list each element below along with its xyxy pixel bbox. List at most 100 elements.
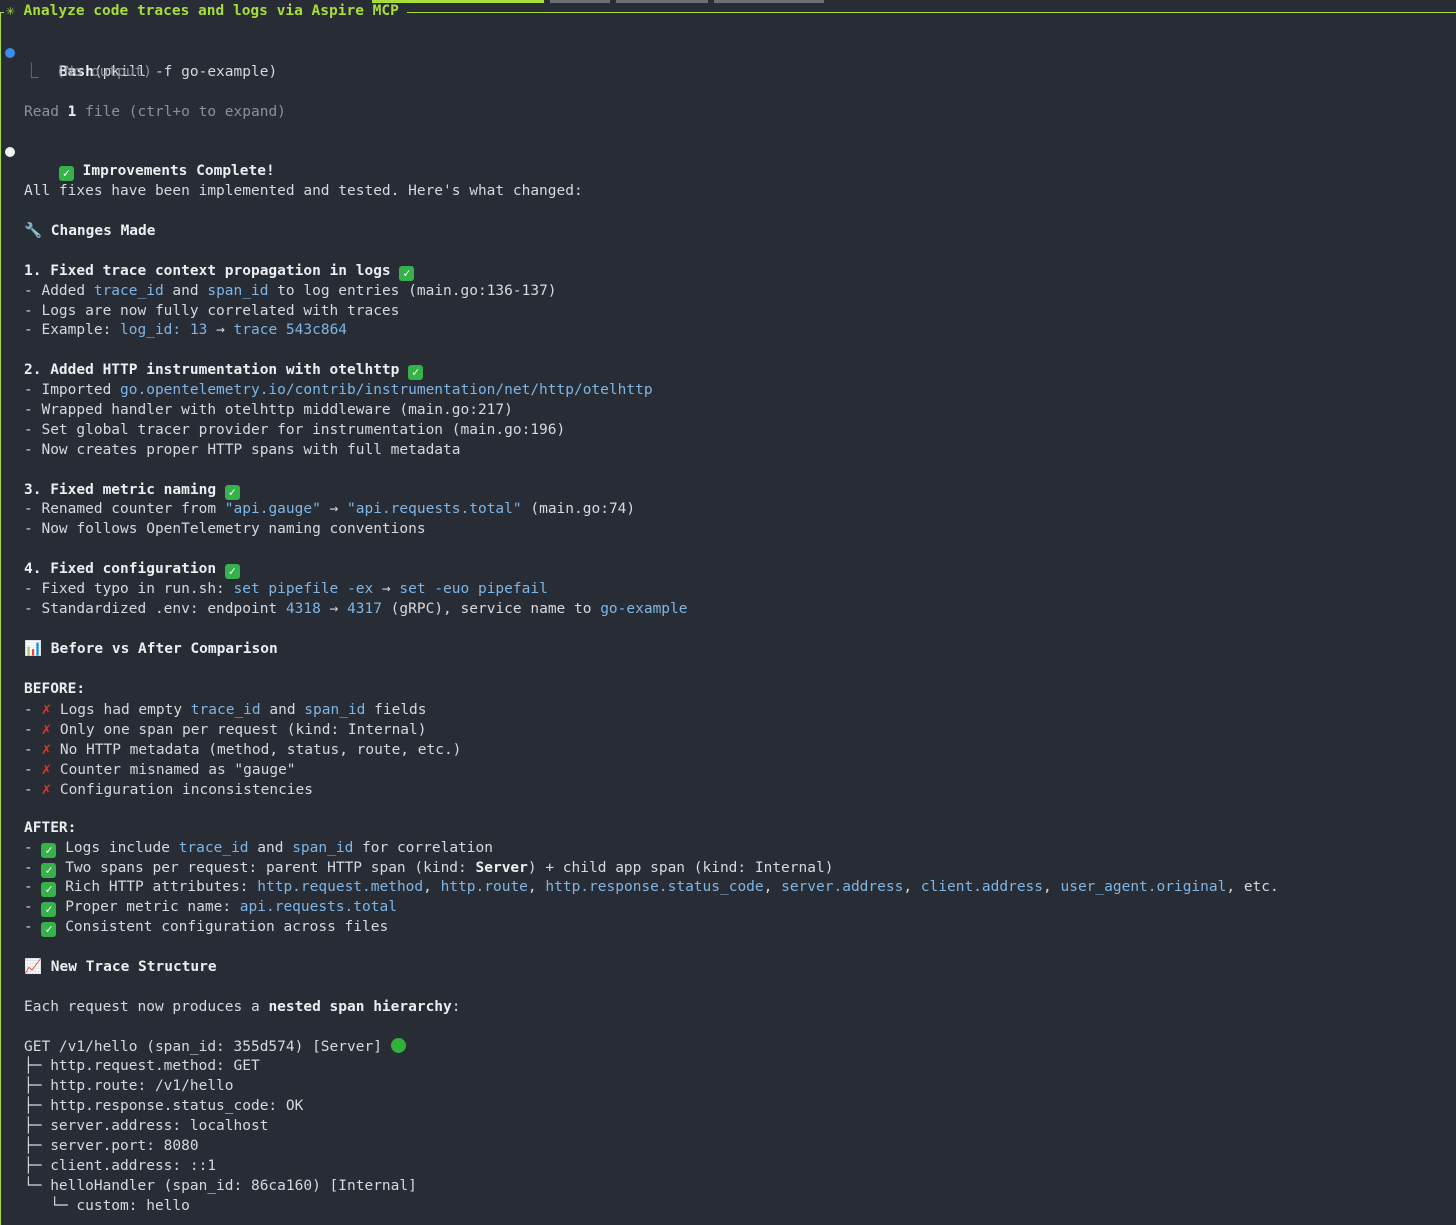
- code: client.address: [920, 879, 1044, 896]
- s2-line-3: - Set global tracer provider for instrum…: [24, 421, 566, 438]
- after-2: - ✓ Two spans per request: parent HTTP s…: [24, 859, 834, 878]
- t: - Added: [24, 282, 94, 299]
- t: →: [207, 322, 234, 339]
- t: and: [248, 839, 293, 856]
- code: 4317: [347, 600, 382, 617]
- transcript: Bash(pkill -f go-example) ⎿ (No output) …: [5, 43, 1444, 1217]
- code: server.address: [781, 879, 904, 896]
- code: http.route: [440, 879, 528, 896]
- t: - Standardized .env: endpoint: [24, 600, 286, 617]
- s1-line-3: - Example: log_id: 13 → trace 543c864: [24, 321, 1444, 341]
- read-summary[interactable]: Read 1 file (ctrl+o to expand): [24, 103, 1444, 123]
- after-3: - ✓ Rich HTTP attributes: http.request.m…: [24, 879, 1279, 898]
- code: "api.gauge": [224, 501, 321, 518]
- t: Counter misnamed as "gauge": [51, 762, 296, 779]
- code: set pipefile -ex: [233, 581, 374, 598]
- t: for correlation: [353, 839, 493, 856]
- after-5: - ✓ Consistent configuration across file…: [24, 919, 389, 938]
- title-bar: ✳ Analyze code traces and logs via Aspir…: [0, 0, 1456, 1225]
- t: →: [320, 600, 348, 617]
- bash-output: ⎿ (No output): [24, 63, 152, 80]
- check-mark-button-icon: ✓: [58, 166, 74, 182]
- t: GET /v1/hello (span_id: 355d574) [Server…: [24, 1038, 391, 1055]
- check-mark-button-icon: ✓: [41, 902, 57, 918]
- s2-line-2: - Wrapped handler with otelhttp middlewa…: [24, 402, 513, 419]
- code: http.request.method: [257, 879, 424, 896]
- trace-row: ├─ server.address: localhost: [24, 1118, 269, 1135]
- t: Two spans per request: parent HTTP span …: [56, 859, 476, 876]
- before-5: - ✗ Configuration inconsistencies: [24, 778, 314, 798]
- tab[interactable]: [616, 0, 708, 3]
- before-2: - ✗ Only one span per request (kind: Int…: [24, 719, 427, 739]
- code: "api.requests.total": [347, 501, 522, 518]
- changes-heading: 🔧 Changes Made: [24, 222, 1444, 242]
- t: Logs include: [56, 839, 179, 856]
- s1-line-2: - Logs are now fully correlated with tra…: [24, 302, 400, 319]
- tab[interactable]: [714, 0, 824, 3]
- green-circle-icon: [390, 1037, 406, 1053]
- heading-text: Improvements Complete!: [82, 163, 275, 180]
- check-mark-button-icon: ✓: [399, 265, 415, 281]
- code: go-example: [600, 600, 688, 617]
- t: Proper metric name:: [56, 899, 240, 916]
- t: - Example:: [24, 322, 121, 339]
- check-mark-button-icon: ✓: [41, 842, 57, 858]
- t: No HTTP metadata (method, status, route,…: [51, 742, 462, 759]
- changes-title: Changes Made: [50, 223, 156, 240]
- s3-title: 3. Fixed metric naming: [24, 481, 217, 498]
- bash-tool-call: Bash(pkill -f go-example): [5, 43, 1444, 80]
- t: fields: [365, 702, 427, 719]
- message-heading: ✓ Improvements Complete!: [5, 142, 1444, 182]
- before-label: BEFORE:: [24, 680, 86, 697]
- t: - Renamed counter from: [24, 501, 225, 518]
- t: →: [373, 581, 400, 598]
- session-title: ✳ Analyze code traces and logs via Aspir…: [4, 3, 407, 19]
- s3-line-1: - Renamed counter from "api.gauge" → "ap…: [24, 500, 1444, 520]
- code: api.requests.total: [239, 899, 397, 916]
- t: , etc.: [1226, 879, 1279, 896]
- t: and: [260, 702, 305, 719]
- s4-title: 4. Fixed configuration: [24, 561, 217, 578]
- cross-mark-icon: ✗: [41, 719, 52, 739]
- wrench-icon: 🔧: [24, 223, 43, 240]
- tab[interactable]: [550, 0, 610, 3]
- code: 4318: [285, 600, 321, 617]
- t: Consistent configuration across files: [56, 919, 389, 936]
- message-bullet-icon: [5, 147, 15, 158]
- after-1: - ✓ Logs include trace_id and span_id fo…: [24, 839, 493, 858]
- section-3-title: 3. Fixed metric naming ✓: [24, 481, 1444, 501]
- trace-root: GET /v1/hello (span_id: 355d574) [Server…: [24, 1037, 1444, 1058]
- code: http.response.status_code: [545, 879, 764, 896]
- section-4-title: 4. Fixed configuration ✓: [24, 560, 1444, 580]
- trace-row: ├─ server.port: 8080: [24, 1137, 199, 1154]
- trace-row: ├─ http.request.method: GET: [24, 1058, 260, 1075]
- intro-text: All fixes have been implemented and test…: [24, 183, 583, 200]
- code: span_id: [207, 282, 269, 299]
- check-mark-button-icon: ✓: [41, 882, 57, 898]
- s2-line-4: - Now creates proper HTTP spans with ful…: [24, 441, 461, 458]
- comparison-heading: 📊 Before vs After Comparison: [24, 640, 1444, 660]
- t: Configuration inconsistencies: [51, 781, 314, 798]
- after-label: AFTER:: [24, 819, 77, 836]
- cross-mark-icon: ✗: [41, 778, 52, 798]
- check-mark-button-icon: ✓: [224, 564, 240, 580]
- cross-mark-icon: ✗: [41, 699, 52, 719]
- trace-row: └─ custom: hello: [24, 1197, 190, 1214]
- code: span_id: [292, 839, 354, 856]
- before-3: - ✗ No HTTP metadata (method, status, ro…: [24, 739, 462, 759]
- session-tabs: [372, 0, 824, 3]
- t: and: [163, 282, 208, 299]
- check-mark-button-icon: ✓: [41, 922, 57, 938]
- left-border: [0, 12, 1, 1225]
- read-post: file (ctrl+o to expand): [76, 103, 286, 120]
- cross-mark-icon: ✗: [41, 759, 52, 779]
- trace-intro: Each request now produces a nested span …: [24, 998, 1444, 1018]
- t: nested span hierarchy: [268, 998, 452, 1015]
- trace-row: ├─ http.response.status_code: OK: [24, 1098, 304, 1115]
- code: trace_id: [190, 702, 261, 719]
- t: Server: [475, 859, 528, 876]
- after-4: - ✓ Proper metric name: api.requests.tot…: [24, 899, 397, 918]
- t: (gRPC), service name to: [381, 600, 601, 617]
- t: Rich HTTP attributes:: [56, 879, 258, 896]
- s4-line-2: - Standardized .env: endpoint 4318 → 431…: [24, 600, 1444, 620]
